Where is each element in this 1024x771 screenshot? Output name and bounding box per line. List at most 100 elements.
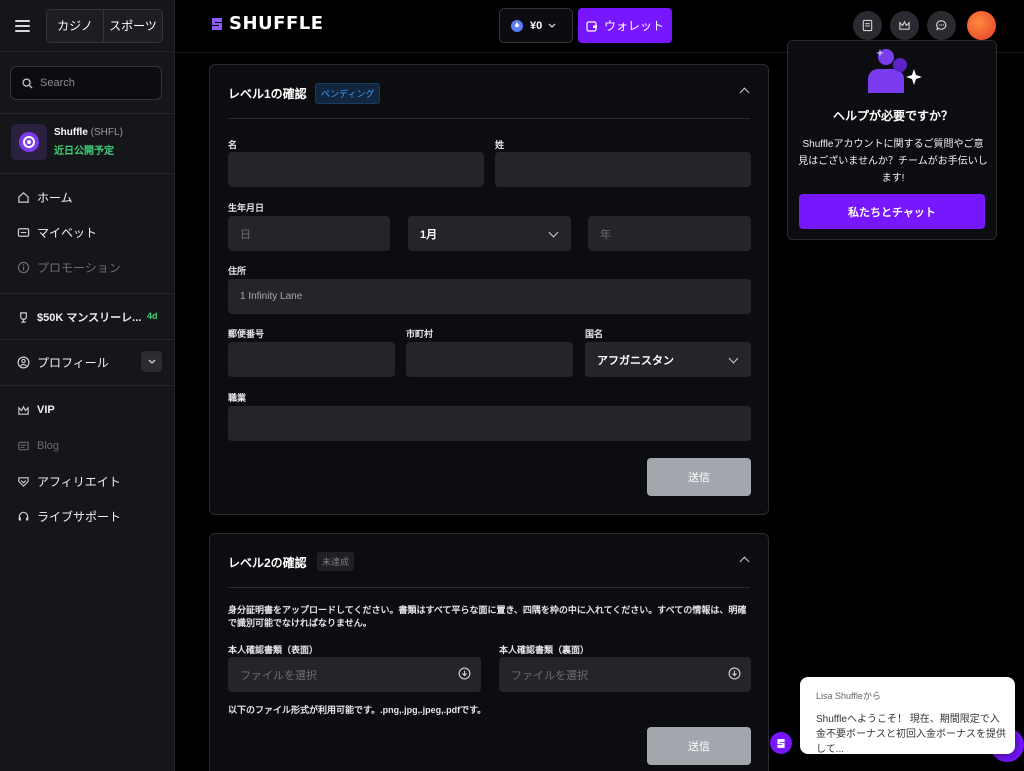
user-icon: [16, 356, 30, 370]
postal-code-label: 郵便番号: [228, 329, 265, 339]
search-input[interactable]: Search: [10, 66, 162, 100]
sidebar-item-vip[interactable]: VIP: [16, 403, 55, 417]
chevron-down-icon: [548, 227, 559, 238]
dob-day-field[interactable]: 日: [228, 216, 390, 251]
download-icon: [728, 667, 741, 680]
race-time-badge: 4d: [147, 311, 158, 321]
token-card[interactable]: Shuffle (SHFL) 近日公開予定: [11, 124, 123, 160]
balance-value: ¥0: [530, 19, 543, 32]
support-agent-icon: [868, 49, 922, 93]
last-name-label: 姓: [495, 140, 505, 150]
sidebar-item-promotions[interactable]: プロモーション: [16, 259, 121, 276]
city-field[interactable]: [406, 342, 573, 377]
collapse-icon[interactable]: [739, 556, 750, 567]
chat-bubble-icon: [936, 20, 947, 31]
chevron-down-icon: [148, 359, 155, 364]
avatar[interactable]: [967, 11, 996, 40]
chevron-down-icon: [548, 23, 556, 28]
level1-title: レベル1の確認: [228, 87, 307, 101]
tab-casino[interactable]: カジノ: [47, 9, 104, 42]
balance-selector[interactable]: ¥0: [499, 8, 573, 43]
wallet-icon: [586, 20, 597, 32]
sidebar-item-blog[interactable]: Blog: [16, 439, 59, 453]
chat-button[interactable]: [927, 11, 956, 40]
help-title: ヘルプが必要ですか？: [832, 109, 953, 123]
sidebar-item-monthly-race[interactable]: $50K マンスリーレ...: [16, 309, 141, 325]
search-icon: [22, 77, 33, 89]
divider: [0, 293, 174, 294]
shuffle-logo-icon: [777, 738, 785, 748]
address-field[interactable]: 1 Infinity Lane: [228, 279, 751, 314]
level2-title: レベル2の確認: [228, 556, 307, 570]
currency-icon: [511, 19, 523, 32]
rewards-button[interactable]: [890, 11, 919, 40]
search-placeholder: Search: [40, 77, 75, 89]
trophy-icon: [16, 310, 30, 324]
chat-message: Shuffleへようこそ！ 現在、期間限定で入金不要ボーナスと初回入金ボーナスを…: [816, 714, 1006, 755]
id-back-upload[interactable]: ファイルを選択: [499, 657, 751, 692]
sidebar-item-live-support[interactable]: ライブサポート: [16, 508, 121, 525]
info-icon: [16, 261, 30, 275]
level1-verification-card: レベル1の確認 ペンディング 名 姓 生年月日 日 1月 年 住所 1 Infi…: [209, 64, 769, 515]
status-badge: 未達成: [317, 552, 355, 571]
home-icon: [16, 191, 30, 205]
divider: [228, 587, 750, 588]
divider: [0, 173, 174, 174]
notes-button[interactable]: [853, 11, 882, 40]
id-back-label: 本人確認書類（裏面）: [499, 645, 590, 655]
crown-icon: [899, 20, 910, 30]
sidebar-top: カジノ スポーツ: [0, 0, 174, 52]
id-front-upload[interactable]: ファイルを選択: [228, 657, 481, 692]
level2-submit-button[interactable]: 送信: [647, 727, 751, 765]
last-name-field[interactable]: [495, 152, 751, 187]
sidebar-item-profile[interactable]: プロフィール: [16, 354, 109, 371]
chat-launcher-button[interactable]: [770, 732, 792, 754]
dob-label: 生年月日: [228, 203, 265, 213]
collapse-icon[interactable]: [739, 87, 750, 98]
level1-submit-button[interactable]: 送信: [647, 458, 751, 496]
tab-sports[interactable]: スポーツ: [104, 9, 162, 42]
occupation-label: 職業: [228, 393, 247, 403]
menu-icon[interactable]: [15, 19, 30, 32]
token-name: Shuffle (SHFL): [54, 127, 123, 138]
dob-year-field[interactable]: 年: [588, 216, 751, 251]
help-body: Shuffleアカウントに関するご質問やご意見はございませんか？チームがお手伝い…: [798, 139, 988, 184]
sidebar-item-mybets[interactable]: マイベット: [16, 224, 97, 241]
shfl-token-icon: [11, 124, 47, 160]
casino-sports-toggle: カジノ スポーツ: [46, 8, 163, 43]
chat-sender: Lisa Shuffleから: [816, 691, 881, 701]
handshake-icon: [16, 475, 30, 489]
divider: [0, 339, 174, 340]
profile-expand-button[interactable]: [141, 351, 162, 372]
logo-text: SHUFFLE: [229, 13, 324, 34]
token-status: 近日公開予定: [54, 146, 114, 157]
chevron-down-icon: [728, 353, 739, 364]
address-label: 住所: [228, 266, 247, 276]
country-label: 国名: [585, 329, 604, 339]
first-name-field[interactable]: [228, 152, 484, 187]
crown-icon: [16, 403, 30, 417]
shuffle-logo-icon: [212, 17, 222, 30]
first-name-label: 名: [228, 140, 238, 150]
help-card: ヘルプが必要ですか？ Shuffleアカウントに関するご質問やご意見はございませ…: [787, 40, 997, 240]
dob-month-select[interactable]: 1月: [408, 216, 571, 251]
blog-icon: [16, 439, 30, 453]
sidebar-item-affiliate[interactable]: アフィリエイト: [16, 473, 121, 490]
country-select[interactable]: アフガニスタン: [585, 342, 751, 377]
status-badge: ペンディング: [315, 83, 381, 104]
chat-popup[interactable]: Lisa Shuffleから Shuffleへようこそ！ 現在、期間限定で入金不…: [800, 677, 1015, 755]
upload-instructions: 身分証明書をアップロードしてください。書類はすべて平らな面に置き、四隅を枠の中に…: [228, 605, 747, 628]
shuffle-logo[interactable]: SHUFFLE: [209, 13, 324, 34]
chat-with-us-button[interactable]: 私たちとチャット: [799, 194, 985, 229]
ticket-icon: [16, 226, 30, 240]
divider: [0, 385, 174, 386]
postal-code-field[interactable]: [228, 342, 395, 377]
headset-icon: [16, 510, 30, 524]
document-icon: [862, 19, 873, 32]
occupation-field[interactable]: [228, 406, 751, 441]
download-icon: [458, 667, 471, 680]
divider: [0, 113, 174, 114]
wallet-button[interactable]: ウォレット: [578, 8, 672, 43]
sidebar-item-home[interactable]: ホーム: [16, 189, 73, 206]
divider: [228, 118, 750, 119]
